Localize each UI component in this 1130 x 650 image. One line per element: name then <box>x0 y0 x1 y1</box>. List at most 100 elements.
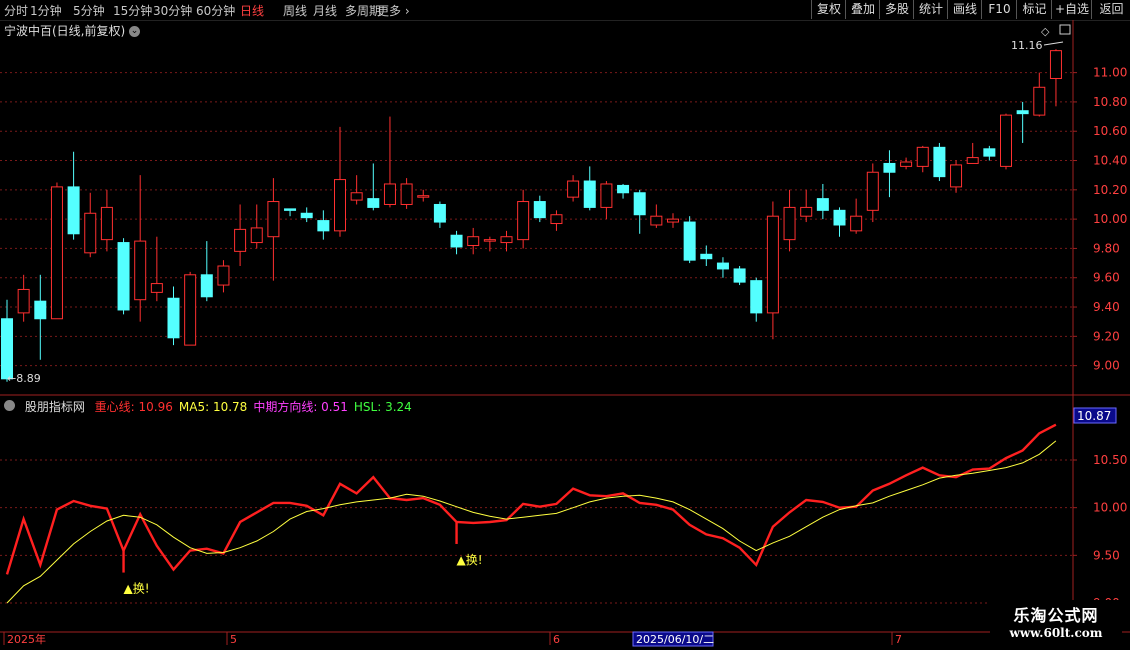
candle-body-39 <box>650 215 663 226</box>
watermark-name: 乐淘公式网 <box>1013 606 1099 625</box>
candle-body-50 <box>833 209 846 226</box>
signal-label-1: ▲换! <box>457 553 483 567</box>
candle-body-25 <box>417 195 430 198</box>
candle-body-11 <box>184 274 197 346</box>
candle-body-30 <box>500 236 513 244</box>
indicator-header: 股朋指标网 重心线: 10.96 MA5: 10.78 中期方向线: 0.51 HSL… <box>4 398 424 415</box>
candle-body-58 <box>966 157 979 164</box>
main-tick-label-7: 10.40 <box>1093 154 1127 168</box>
ind-tick-label-2: 10.00 <box>1093 501 1127 515</box>
candle-body-12 <box>200 274 213 298</box>
candle-body-2 <box>34 300 47 320</box>
watermark: 乐淘公式网 www.60lt.com <box>990 600 1122 644</box>
candle-body-8 <box>134 240 147 301</box>
candle-body-16 <box>267 201 280 238</box>
candle-body-14 <box>234 228 247 252</box>
candle-body-31 <box>517 201 530 241</box>
signal-label-0: ▲换! <box>124 582 150 596</box>
current-value-label: 10.87 <box>1077 409 1111 423</box>
candle-body-55 <box>916 146 929 167</box>
chart-canvas[interactable]: 9.00 9.20 9.40 9.60 9.80 10.00 10.20 10.40 10.60… <box>0 0 1130 650</box>
indicator-value-1: MA5: 10.78 <box>178 400 248 414</box>
candle-body-5 <box>84 212 97 254</box>
main-tick-label-3: 9.60 <box>1093 271 1120 285</box>
candle-body-46 <box>766 215 779 314</box>
candle-body-57 <box>950 164 963 188</box>
main-tick-label-8: 10.60 <box>1093 124 1127 138</box>
candle-body-53 <box>883 162 896 173</box>
main-tick-label-0: 9.00 <box>1093 359 1120 373</box>
candle-body-27 <box>450 234 463 248</box>
indicator-value-3: HSL: 3.24 <box>353 400 412 414</box>
candle-body-21 <box>350 192 363 201</box>
candle-body-0 <box>1 318 13 380</box>
candle-body-28 <box>467 236 480 246</box>
x-tick-label-2: 6 <box>553 633 560 646</box>
candle-body-43 <box>716 262 729 270</box>
candle-body-62 <box>1033 86 1046 116</box>
ind-tick-label-1: 9.50 <box>1093 548 1120 562</box>
main-tick-label-6: 10.20 <box>1093 183 1127 197</box>
candle-body-17 <box>284 208 297 211</box>
watermark-url: www.60lt.com <box>1009 626 1103 640</box>
candle-body-37 <box>617 184 630 194</box>
candle-body-10 <box>167 297 180 339</box>
collapse-icon[interactable] <box>4 400 15 411</box>
indicator-value-0: 重心线: 10.96 <box>94 400 173 414</box>
main-tick-label-4: 9.80 <box>1093 241 1120 255</box>
candle-body-59 <box>983 148 996 157</box>
candle-body-44 <box>733 268 746 283</box>
x-tick-label-1: 5 <box>230 633 237 646</box>
candle-body-36 <box>600 183 613 208</box>
candle-body-61 <box>1016 110 1029 115</box>
low-mark-label: ←8.89 <box>7 372 41 385</box>
high-mark-label: 11.16 <box>1011 39 1043 52</box>
candle-body-56 <box>933 146 946 178</box>
candle-body-34 <box>567 180 580 198</box>
candle-body-63 <box>1049 50 1062 79</box>
candle-body-13 <box>217 265 230 286</box>
candle-body-42 <box>700 253 713 260</box>
candle-body-24 <box>400 183 413 205</box>
candle-body-45 <box>750 280 763 314</box>
candle-body-33 <box>550 214 563 225</box>
candle-body-26 <box>433 203 446 223</box>
series-line-0 <box>5 423 1057 575</box>
candle-body-9 <box>150 283 163 293</box>
candle-body-52 <box>866 171 879 211</box>
ind-tick-label-3: 10.50 <box>1093 453 1127 467</box>
candle-body-1 <box>17 288 30 314</box>
series-line-1 <box>6 440 1057 604</box>
candle-body-3 <box>50 186 63 320</box>
candle-body-20 <box>334 179 346 232</box>
diamond-icon: ◇ <box>1041 25 1050 38</box>
x-tick-label-0: 2025年 <box>7 632 46 646</box>
indicator-value-2: 中期方向线: 0.51 <box>253 400 348 414</box>
candle-body-48 <box>800 206 813 217</box>
candle-body-60 <box>1000 114 1012 167</box>
candle-body-18 <box>300 212 313 219</box>
x-tick-label-3: 7 <box>895 633 902 646</box>
high-mark-arrow <box>1043 41 1064 46</box>
candle-body-41 <box>683 221 696 261</box>
candle-body-40 <box>667 218 679 223</box>
candle-body-49 <box>816 198 829 211</box>
main-tick-label-9: 10.80 <box>1093 95 1127 109</box>
candle-body-6 <box>100 206 113 241</box>
panel-toggle-icon <box>1059 24 1071 35</box>
main-tick-label-5: 10.00 <box>1093 212 1127 226</box>
candle-body-35 <box>583 180 596 208</box>
indicator-name: 股朋指标网 <box>24 400 85 414</box>
main-tick-label-2: 9.40 <box>1093 300 1120 314</box>
candle-body-51 <box>850 215 863 232</box>
candle-body-23 <box>383 183 396 205</box>
candle-body-54 <box>900 161 913 167</box>
candle-body-29 <box>483 239 496 242</box>
main-tick-label-10: 11.00 <box>1093 66 1127 80</box>
main-tick-label-1: 9.20 <box>1093 329 1120 343</box>
candle-body-22 <box>367 198 380 208</box>
candle-body-15 <box>250 227 263 244</box>
candle-body-7 <box>117 242 130 311</box>
candle-body-4 <box>67 186 80 235</box>
candle-body-47 <box>783 206 796 241</box>
